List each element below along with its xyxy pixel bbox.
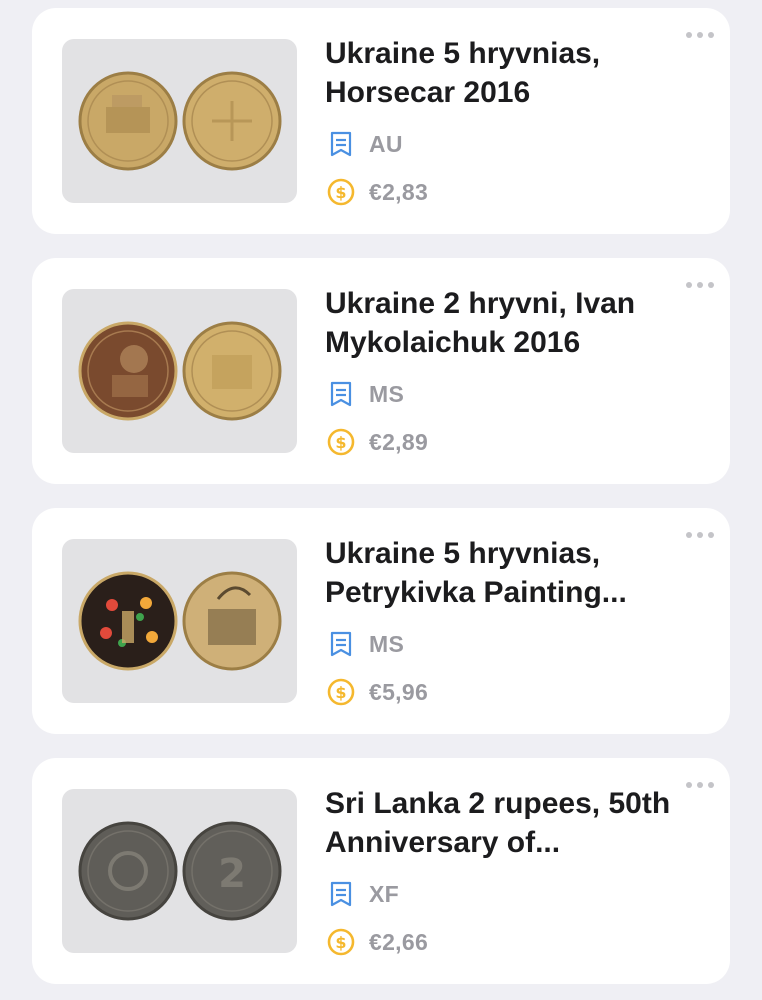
coin-photo[interactable] xyxy=(62,539,297,703)
collection-list: Ukraine 5 hryvnias, Horsecar 2016 AU $ €… xyxy=(0,0,762,1000)
coin-card[interactable]: Ukraine 2 hryvni, Ivan Mykolaichuk 2016 … xyxy=(32,258,730,484)
price-row: $ €2,66 xyxy=(327,928,428,956)
coin-title[interactable]: Sri Lanka 2 rupees, 50th Anniversary of.… xyxy=(325,784,685,862)
coin-dollar-icon: $ xyxy=(327,678,355,706)
coin-title[interactable]: Ukraine 5 hryvnias, Horsecar 2016 xyxy=(325,34,685,112)
grade-row: XF xyxy=(327,880,399,908)
svg-text:$: $ xyxy=(335,183,346,202)
coin-dollar-icon: $ xyxy=(327,428,355,456)
coin-title[interactable]: Ukraine 2 hryvni, Ivan Mykolaichuk 2016 xyxy=(325,284,685,362)
coin-photo[interactable] xyxy=(62,289,297,453)
price-row: $ €2,83 xyxy=(327,178,428,206)
grade-icon xyxy=(327,630,355,658)
more-options-icon[interactable] xyxy=(686,530,714,540)
grade-icon xyxy=(327,380,355,408)
grade-label: AU xyxy=(369,130,403,157)
price-label: €5,96 xyxy=(369,678,429,705)
coin-card[interactable]: 2 Sri Lanka 2 rupees, 50th Anniversary o… xyxy=(32,758,730,984)
coin-title[interactable]: Ukraine 5 hryvnias, Petrykivka Painting.… xyxy=(325,534,685,612)
more-options-icon[interactable] xyxy=(686,30,714,40)
grade-label: XF xyxy=(369,880,399,907)
svg-text:$: $ xyxy=(335,683,346,702)
grade-row: MS xyxy=(327,630,404,658)
coin-photo[interactable]: 2 xyxy=(62,789,297,953)
svg-text:$: $ xyxy=(335,933,346,952)
coin-dollar-icon: $ xyxy=(327,178,355,206)
coin-dollar-icon: $ xyxy=(327,928,355,956)
coin-photo[interactable] xyxy=(62,39,297,203)
svg-text:$: $ xyxy=(335,433,346,452)
more-options-icon[interactable] xyxy=(686,780,714,790)
grade-icon xyxy=(327,130,355,158)
grade-icon xyxy=(327,880,355,908)
grade-label: MS xyxy=(369,380,405,407)
coin-card[interactable]: Ukraine 5 hryvnias, Horsecar 2016 AU $ €… xyxy=(32,8,730,234)
price-row: $ €5,96 xyxy=(327,678,428,706)
more-options-icon[interactable] xyxy=(686,280,714,290)
svg-text:2: 2 xyxy=(218,851,246,897)
grade-row: AU xyxy=(327,130,403,158)
grade-row: MS xyxy=(327,380,404,408)
price-row: $ €2,89 xyxy=(327,428,428,456)
coin-card[interactable]: Ukraine 5 hryvnias, Petrykivka Painting.… xyxy=(32,508,730,734)
grade-label: MS xyxy=(369,630,405,657)
price-label: €2,83 xyxy=(369,178,429,205)
price-label: €2,89 xyxy=(369,428,429,455)
price-label: €2,66 xyxy=(369,928,429,955)
